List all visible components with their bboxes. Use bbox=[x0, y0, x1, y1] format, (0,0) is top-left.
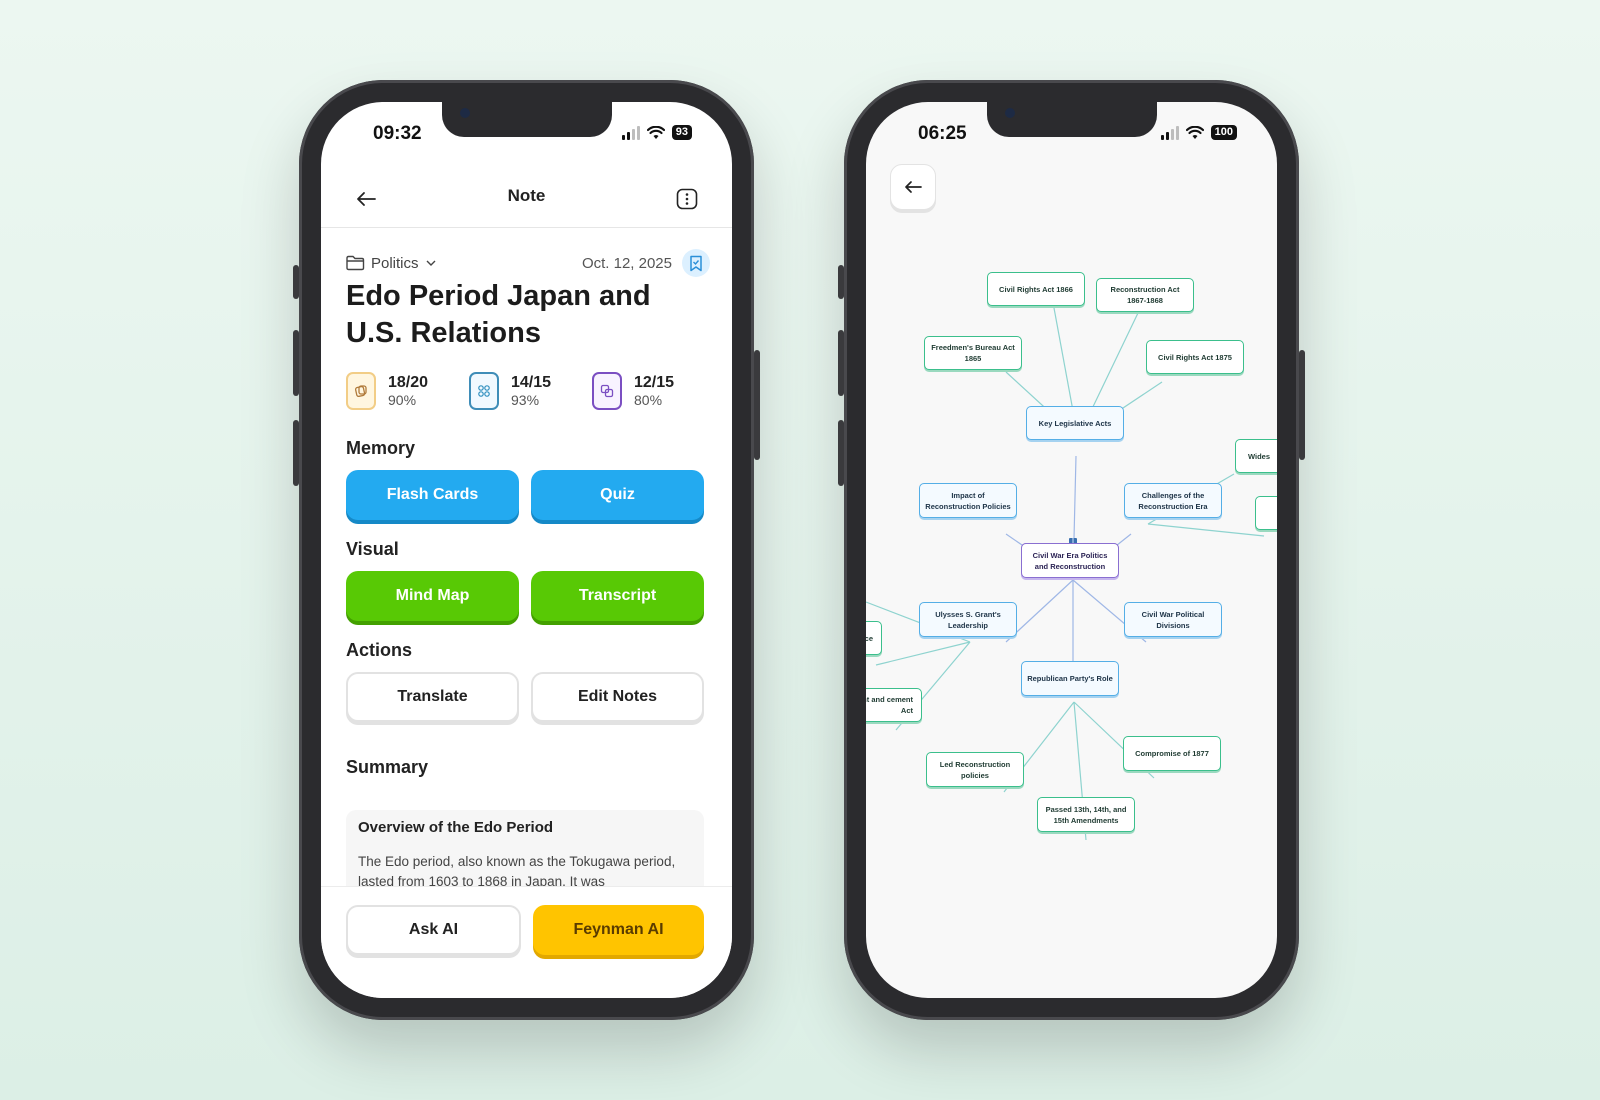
translate-button[interactable]: Translate bbox=[346, 672, 519, 722]
mind-map-node-partial-right[interactable] bbox=[1255, 496, 1277, 530]
folder-icon bbox=[346, 255, 365, 271]
status-icons: 93 bbox=[621, 125, 692, 140]
mind-map-button[interactable]: Mind Map bbox=[346, 571, 519, 621]
notch bbox=[442, 102, 612, 137]
mind-map-screen: 06:25 100 Civil War Era Politics and Rec… bbox=[866, 102, 1277, 998]
folder-name: Politics bbox=[371, 254, 419, 272]
folder-selector[interactable]: Politics bbox=[346, 255, 437, 272]
status-time: 09:32 bbox=[373, 123, 422, 144]
mute-switch bbox=[293, 265, 299, 299]
mind-map-node-key-acts[interactable]: Key Legislative Acts bbox=[1026, 406, 1124, 440]
stat-score: 14/15 bbox=[511, 374, 552, 391]
quiz-button[interactable]: Quiz bbox=[531, 470, 704, 520]
more-vertical-icon bbox=[676, 188, 698, 210]
summary-heading: Overview of the Edo Period bbox=[358, 819, 554, 836]
mind-map-node-divisions[interactable]: Civil War Political Divisions bbox=[1124, 602, 1222, 637]
mind-map-node-reconstruction-act[interactable]: Reconstruction Act 1867-1868 bbox=[1096, 278, 1194, 312]
edit-notes-button[interactable]: Edit Notes bbox=[531, 672, 704, 722]
stat-percent: 80% bbox=[634, 392, 663, 408]
mind-map-node-amendments[interactable]: Passed 13th, 14th, and 15th Amendments bbox=[1037, 797, 1135, 832]
bookmark-check-icon bbox=[690, 255, 702, 271]
signal-icon bbox=[621, 125, 640, 140]
memory-button-row: Flash Cards Quiz bbox=[346, 470, 704, 520]
volume-up-button bbox=[838, 330, 844, 396]
visual-button-row: Mind Map Transcript bbox=[346, 571, 704, 621]
power-button bbox=[754, 350, 760, 460]
summary-section-label: Summary bbox=[346, 757, 429, 777]
battery-indicator: 93 bbox=[671, 125, 692, 140]
mind-map-node-freedmens-bureau[interactable]: Freedmen's Bureau Act 1865 bbox=[924, 336, 1022, 370]
bottom-action-bar: Ask AI Feynman AI bbox=[321, 886, 732, 998]
transcript-button[interactable]: Transcript bbox=[531, 571, 704, 621]
chevron-down-icon bbox=[426, 260, 436, 266]
app-header: Note bbox=[321, 178, 732, 228]
memory-section-label: Memory bbox=[346, 438, 416, 458]
stat-copy-cards[interactable]: 12/15 80% bbox=[592, 372, 715, 410]
mind-map-node-enforcement-partial[interactable]: endment and cement Act bbox=[866, 688, 922, 722]
mind-map-node-republican[interactable]: Republican Party's Role bbox=[1021, 661, 1119, 696]
power-button bbox=[1299, 350, 1305, 460]
mind-map-node-civil-rights-1866[interactable]: Civil Rights Act 1866 bbox=[987, 272, 1085, 306]
camera bbox=[1005, 108, 1015, 118]
actions-section-label: Actions bbox=[346, 640, 413, 660]
flash-cards-button[interactable]: Flash Cards bbox=[346, 470, 519, 520]
mind-map-node-compromise[interactable]: Compromise of 1877 bbox=[1123, 736, 1221, 771]
flash-card-icon bbox=[346, 372, 376, 410]
camera bbox=[460, 108, 470, 118]
wifi-icon bbox=[646, 125, 665, 139]
ai-button-row: Ask AI Feynman AI bbox=[346, 905, 704, 955]
copy-cards-icon bbox=[592, 372, 622, 410]
stat-flash-cards[interactable]: 18/20 90% bbox=[346, 372, 469, 410]
mind-map-node-ce-partial[interactable]: ce bbox=[866, 621, 882, 655]
notch bbox=[987, 102, 1157, 137]
ask-ai-button[interactable]: Ask AI bbox=[346, 905, 521, 955]
phone-frame-right: 06:25 100 Civil War Era Politics and Rec… bbox=[838, 80, 1305, 1020]
phone-frame-left: 09:32 93 Note Politics Oct. 12, 2025 Edo… bbox=[293, 80, 760, 1020]
stat-score: 12/15 bbox=[634, 374, 675, 391]
note-date: Oct. 12, 2025 bbox=[581, 254, 672, 272]
mind-map-node-led-reconstruction[interactable]: Led Reconstruction policies bbox=[926, 752, 1024, 787]
note-meta-row: Politics Oct. 12, 2025 bbox=[346, 248, 710, 278]
note-title: Edo Period Japan and U.S. Relations bbox=[346, 280, 651, 349]
more-options-button[interactable] bbox=[672, 184, 702, 214]
mind-map-node-grant[interactable]: Ulysses S. Grant's Leadership bbox=[919, 602, 1017, 637]
stat-percent: 90% bbox=[388, 392, 417, 408]
page-title: Note bbox=[507, 186, 546, 205]
mind-map-node-challenges[interactable]: Challenges of the Reconstruction Era bbox=[1124, 483, 1222, 518]
mind-map-root-node[interactable]: Civil War Era Politics and Reconstructio… bbox=[1021, 543, 1119, 578]
quiz-icon bbox=[469, 372, 499, 410]
stat-quiz[interactable]: 14/15 93% bbox=[469, 372, 592, 410]
mind-map-node-civil-rights-1875[interactable]: Civil Rights Act 1875 bbox=[1146, 340, 1244, 374]
volume-down-button bbox=[838, 420, 844, 486]
note-screen: 09:32 93 Note Politics Oct. 12, 2025 Edo… bbox=[321, 102, 732, 998]
mind-map-node-wides[interactable]: Wides bbox=[1235, 439, 1277, 473]
bookmark-button[interactable] bbox=[682, 249, 710, 277]
actions-button-row: Translate Edit Notes bbox=[346, 672, 704, 722]
stats-row: 18/20 90% 14/15 93% 12/15 80% bbox=[346, 372, 715, 410]
feynman-ai-button[interactable]: Feynman AI bbox=[533, 905, 704, 955]
volume-up-button bbox=[293, 330, 299, 396]
stat-percent: 93% bbox=[511, 392, 540, 408]
visual-section-label: Visual bbox=[346, 539, 399, 559]
mind-map-node-impact[interactable]: Impact of Reconstruction Policies bbox=[919, 483, 1017, 518]
mute-switch bbox=[838, 265, 844, 299]
volume-down-button bbox=[293, 420, 299, 486]
stat-score: 18/20 bbox=[388, 374, 429, 391]
